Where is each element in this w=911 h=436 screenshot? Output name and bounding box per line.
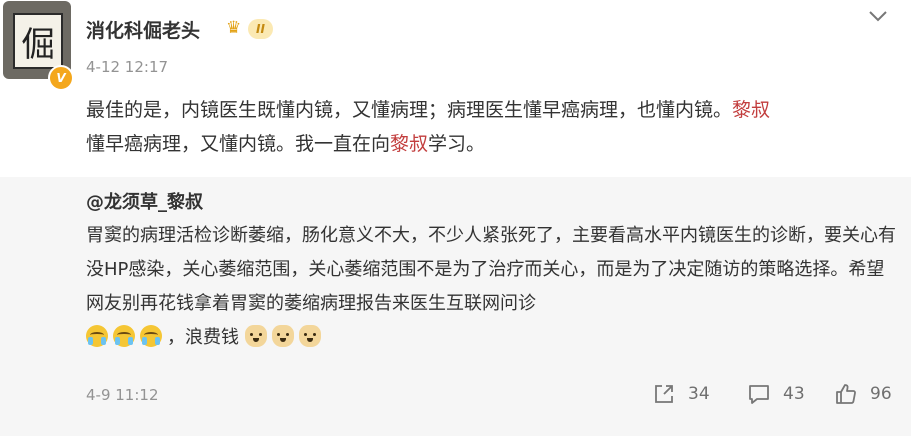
share-button[interactable]: 34: [652, 378, 710, 410]
reposted-card[interactable]: @龙须草_黎叔 胃窦的病理活检诊断萎缩，肠化意义不大，不少人紧张死了，主要看高水…: [0, 177, 911, 436]
comment-icon: [749, 385, 769, 404]
original-post-text: 胃窦的病理活检诊断萎缩，肠化意义不大，不少人紧张死了，主要看高水平内镜医生的诊断…: [86, 219, 898, 355]
original-post-tail: ，浪费钱: [167, 327, 239, 348]
post-text-part: 学习。: [428, 133, 486, 155]
post-card: 倔 V 消化科倔老头 ♛ II 4-12 12:17 最佳的是，内镜医生既懂内镜…: [0, 0, 911, 177]
original-author-link[interactable]: @龙须草_黎叔: [86, 188, 203, 214]
verified-badge-icon: V: [48, 65, 74, 91]
cry-emoji-icon: [140, 325, 162, 347]
like-count: 96: [870, 384, 892, 404]
mention-link[interactable]: 黎叔: [732, 99, 770, 121]
doge-emoji-icon: [298, 325, 321, 347]
repost-timestamp: 4-9 11:12: [86, 386, 159, 404]
chevron-down-icon[interactable]: [866, 6, 890, 26]
original-post-body: 胃窦的病理活检诊断萎缩，肠化意义不大，不少人紧张死了，主要看高水平内镜医生的诊断…: [86, 225, 896, 314]
mention-link[interactable]: 黎叔: [390, 133, 428, 155]
crown-icon: ♛: [226, 18, 242, 38]
like-button[interactable]: 96: [834, 378, 892, 410]
doge-emoji-icon: [244, 325, 267, 347]
cry-emoji-icon: [86, 325, 108, 347]
share-count: 34: [688, 384, 710, 404]
comment-button[interactable]: 43: [747, 378, 805, 410]
doge-emoji-icon: [271, 325, 294, 347]
post-timestamp: 4-12 12:17: [86, 58, 169, 76]
vip-level-badge[interactable]: II: [248, 19, 273, 39]
username[interactable]: 消化科倔老头: [86, 16, 200, 43]
post-text-part: 懂早癌病理，又懂内镜。我一直在向: [86, 133, 391, 155]
post-text-part: 最佳的是，内镜医生既懂内镜，又懂病理；病理医生懂早癌病理，也懂内镜。: [86, 99, 733, 121]
avatar-calligraphy-image: 倔: [13, 13, 63, 69]
post-text: 最佳的是，内镜医生既懂内镜，又懂病理；病理医生懂早癌病理，也懂内镜。黎叔 懂早癌病…: [86, 93, 896, 161]
share-icon: [655, 385, 673, 403]
cry-emoji-icon: [113, 325, 135, 347]
comment-count: 43: [783, 384, 805, 404]
thumbs-up-icon: [836, 384, 856, 404]
